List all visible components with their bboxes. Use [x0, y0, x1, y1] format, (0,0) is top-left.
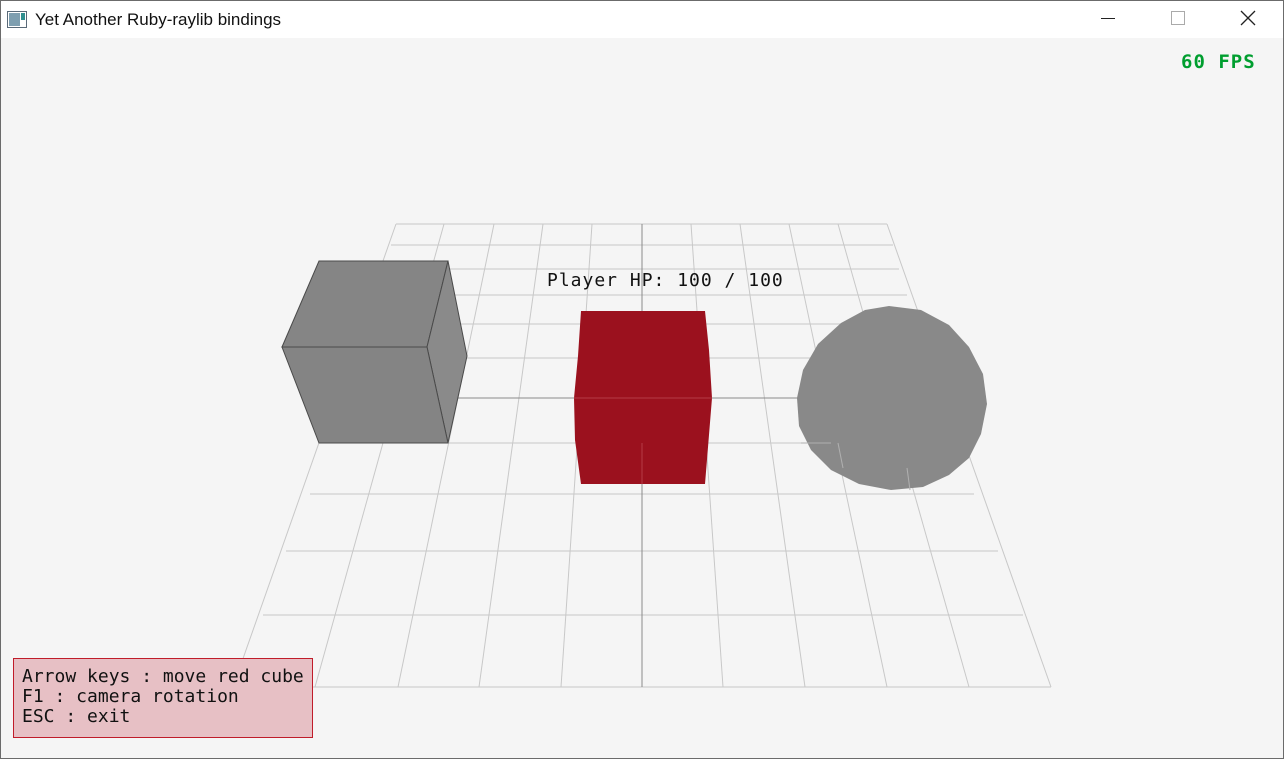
help-line-arrows: Arrow keys : move red cube	[22, 666, 304, 687]
minimize-button[interactable]	[1073, 1, 1143, 38]
gray-cube	[281, 260, 468, 444]
window-title: Yet Another Ruby-raylib bindings	[35, 10, 282, 29]
game-viewport[interactable]: 60 FPS Player HP: 100 / 100 Arrow keys :…	[1, 38, 1283, 758]
player-red-cube	[574, 311, 712, 484]
player-hp-label: Player HP: 100 / 100	[547, 270, 784, 291]
game-window: Yet Another Ruby-raylib bindings 60 FPS …	[0, 0, 1284, 759]
help-line-f1: F1 : camera rotation	[22, 686, 239, 707]
help-panel: Arrow keys : move red cube F1 : camera r…	[13, 658, 313, 738]
title-bar[interactable]: Yet Another Ruby-raylib bindings	[1, 1, 1283, 38]
close-icon	[1240, 10, 1256, 30]
fps-counter: 60 FPS	[1181, 51, 1256, 73]
help-line-esc: ESC : exit	[22, 706, 131, 727]
window-app-icon	[7, 11, 27, 28]
minimize-icon	[1100, 10, 1116, 30]
close-button[interactable]	[1213, 1, 1283, 38]
gray-sphere	[797, 306, 987, 491]
maximize-icon	[1170, 10, 1186, 30]
maximize-button[interactable]	[1143, 1, 1213, 38]
scene-canvas	[232, 223, 1052, 688]
